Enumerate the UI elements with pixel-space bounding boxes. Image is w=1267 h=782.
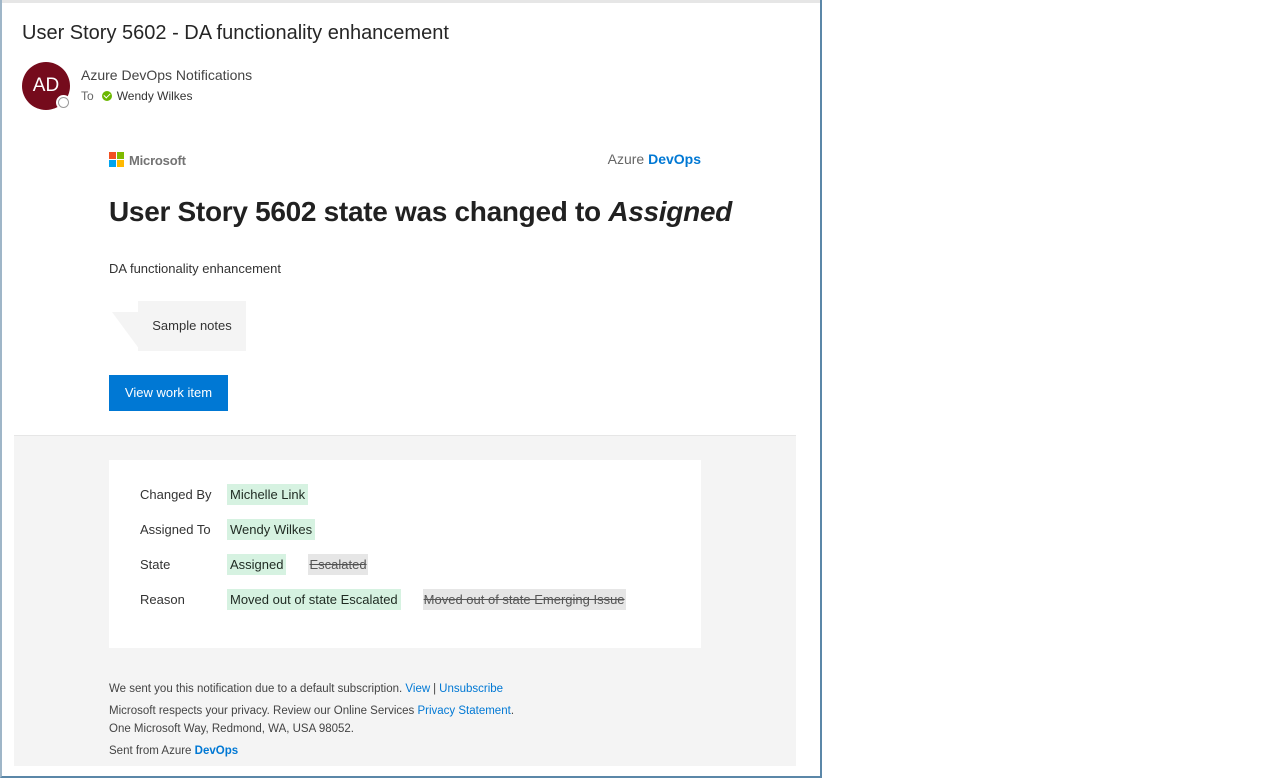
assigned-to-row: Assigned To Wendy Wilkes — [140, 518, 337, 540]
state-old-value: Escalated — [308, 553, 368, 575]
recipient-line: To Wendy Wilkes — [81, 89, 192, 103]
assigned-to-value: Wendy Wilkes — [227, 518, 316, 540]
notification-headline: User Story 5602 state was changed to Ass… — [109, 196, 732, 228]
brand-name: DevOps — [648, 151, 701, 167]
changes-card: Changed By Michelle Link Assigned To Wen… — [109, 460, 701, 648]
subscription-notice: We sent you this notification due to a d… — [109, 683, 503, 695]
reason-label: Reason — [140, 591, 185, 607]
reason-old-value: Moved out of state Emerging Issue — [422, 588, 626, 610]
sender-name[interactable]: Azure DevOps Notifications — [81, 67, 252, 83]
state-row: State Assigned Escalated — [140, 553, 368, 575]
changed-by-row: Changed By Michelle Link — [140, 483, 330, 505]
reason-new-value: Moved out of state Escalated — [227, 588, 401, 610]
azure-devops-brand: Azure DevOps — [597, 151, 701, 167]
recipient-name[interactable]: Wendy Wilkes — [117, 89, 193, 103]
note-bubble-tail — [112, 312, 140, 350]
work-item-title: DA functionality enhancement — [109, 261, 281, 276]
state-new-value: Assigned — [227, 553, 287, 575]
reason-row: Reason Moved out of state Escalated Move… — [140, 588, 626, 610]
brand-prefix: Azure — [607, 151, 645, 167]
changed-by-label: Changed By — [140, 486, 212, 502]
privacy-notice: Microsoft respects your privacy. Review … — [109, 705, 514, 717]
assigned-to-label: Assigned To — [140, 521, 211, 537]
view-subscription-link[interactable]: View — [405, 683, 430, 695]
email-reading-pane: User Story 5602 - DA functionality enhan… — [0, 0, 822, 778]
link-separator: | — [433, 683, 437, 695]
headline-state: Assigned — [608, 196, 732, 227]
microsoft-logo-text: Microsoft — [129, 152, 186, 168]
sent-from-text: Sent from Azure — [109, 745, 192, 757]
available-check-icon — [101, 91, 112, 101]
email-subject: User Story 5602 - DA functionality enhan… — [22, 22, 449, 44]
state-label: State — [140, 556, 171, 572]
sent-from: Sent from Azure DevOps — [109, 745, 238, 757]
sent-from-brand: DevOps — [194, 745, 239, 757]
view-work-item-button[interactable]: View work item — [109, 375, 228, 411]
company-address: One Microsoft Way, Redmond, WA, USA 9805… — [109, 723, 355, 735]
microsoft-logo-icon — [109, 152, 125, 168]
to-label: To — [81, 89, 94, 103]
privacy-text: Microsoft respects your privacy. Review … — [109, 705, 415, 717]
presence-status-icon — [58, 97, 69, 108]
privacy-period: . — [510, 705, 515, 717]
changed-by-value: Michelle Link — [227, 483, 309, 505]
unsubscribe-link[interactable]: Unsubscribe — [439, 683, 503, 695]
subscription-text: We sent you this notification due to a d… — [109, 683, 403, 695]
privacy-statement-link[interactable]: Privacy Statement — [417, 705, 510, 717]
note-bubble: Sample notes — [138, 301, 246, 351]
microsoft-logo: Microsoft — [109, 152, 186, 168]
headline-text: User Story 5602 state was changed to — [109, 196, 601, 227]
